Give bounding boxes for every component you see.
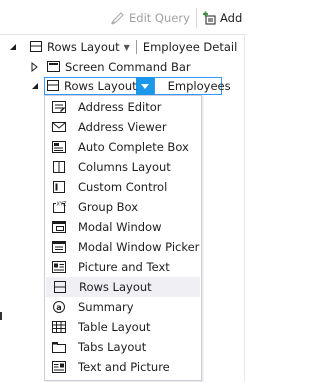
- tabs-layout-icon: [52, 342, 66, 353]
- rows-layout-icon: [30, 41, 42, 52]
- toolbar-divider: [0, 34, 247, 35]
- tree-root-row[interactable]: Rows Layout ▼ Employee Detail: [0, 37, 237, 57]
- tree-screen-command-bar-row[interactable]: Screen Command Bar: [0, 57, 191, 77]
- menu-item-address-viewer[interactable]: Address Viewer: [46, 117, 200, 137]
- collapse-icon[interactable]: [31, 81, 39, 91]
- tree-guide-mark: [0, 312, 2, 320]
- menu-item-table-layout[interactable]: Table Layout: [46, 317, 200, 337]
- tree-selected-row[interactable]: Rows Layout Employees: [0, 76, 231, 96]
- menu-item-label: Tabs Layout: [78, 340, 147, 354]
- menu-item-label: Modal Window: [78, 220, 162, 234]
- expand-icon[interactable]: [31, 62, 39, 72]
- custom-control-icon: [53, 181, 65, 193]
- menu-item-label: Rows Layout: [79, 280, 152, 294]
- menu-item-tabs-layout[interactable]: Tabs Layout: [46, 337, 200, 357]
- menu-item-columns-layout[interactable]: Columns Layout: [46, 157, 200, 177]
- menu-item-label: Summary: [78, 300, 134, 314]
- rows-layout-icon: [54, 281, 66, 293]
- menu-item-label: Address Viewer: [78, 120, 167, 134]
- menu-item-picture-and-text[interactable]: Picture and Text: [46, 257, 200, 277]
- tree-root-target[interactable]: Employee Detail: [143, 40, 238, 54]
- menu-item-auto-complete-box[interactable]: Auto Complete Box: [46, 137, 200, 157]
- text-and-picture-icon: [52, 361, 66, 373]
- menu-item-custom-control[interactable]: Custom Control: [46, 177, 200, 197]
- columns-layout-icon: [53, 161, 65, 173]
- menu-item-group-box[interactable]: XYZ Group Box: [46, 197, 200, 217]
- screen-command-bar-label: Screen Command Bar: [65, 60, 191, 74]
- collapse-icon[interactable]: [8, 42, 18, 52]
- layout-type-menu: Address Editor Address Viewer Auto Compl…: [44, 95, 202, 381]
- chevron-down-icon[interactable]: ▼: [124, 43, 130, 52]
- address-viewer-icon: [52, 122, 66, 132]
- rows-layout-icon: [47, 80, 59, 91]
- menu-item-label: Modal Window Picker: [78, 240, 200, 254]
- auto-complete-box-icon: [52, 141, 66, 153]
- menu-item-label: Auto Complete Box: [78, 140, 189, 154]
- menu-item-summary[interactable]: a Summary: [46, 297, 200, 317]
- address-editor-icon: [52, 101, 66, 113]
- menu-item-label: Columns Layout: [78, 160, 171, 174]
- selected-layout-label: Rows Layout: [64, 79, 137, 93]
- modal-window-icon: [52, 221, 66, 233]
- screen-command-bar-icon: [47, 61, 60, 72]
- menu-item-label: Custom Control: [78, 180, 168, 194]
- modal-window-picker-icon: [52, 241, 66, 253]
- menu-item-text-and-picture[interactable]: Text and Picture: [46, 357, 200, 377]
- menu-item-label: Table Layout: [78, 320, 151, 334]
- table-layout-icon: [52, 321, 66, 333]
- group-box-icon: XYZ: [53, 202, 67, 213]
- edit-query-label: Edit Query: [129, 11, 190, 25]
- add-button[interactable]: Add: [202, 8, 242, 28]
- pane-border: [244, 34, 245, 382]
- picture-and-text-icon: [52, 261, 66, 273]
- tree-root-divider: [135, 40, 137, 54]
- menu-item-modal-window[interactable]: Modal Window: [46, 217, 200, 237]
- edit-query-icon: [111, 12, 124, 25]
- menu-item-modal-window-picker[interactable]: Modal Window Picker: [46, 237, 200, 257]
- menu-item-label: Address Editor: [78, 100, 162, 114]
- menu-item-label: Group Box: [78, 200, 139, 214]
- summary-icon: a: [53, 301, 65, 313]
- add-icon: [203, 11, 216, 25]
- menu-item-label: Picture and Text: [78, 260, 170, 274]
- tree-root-label: Rows Layout: [47, 40, 120, 54]
- selected-target-label: Employees: [167, 79, 231, 93]
- menu-item-address-editor[interactable]: Address Editor: [46, 97, 200, 117]
- add-label: Add: [220, 11, 243, 25]
- svg-text:XYZ: XYZ: [57, 202, 67, 208]
- menu-item-label: Text and Picture: [78, 360, 170, 374]
- edit-query-button[interactable]: Edit Query: [111, 8, 190, 28]
- toolbar-separator: [196, 8, 197, 28]
- svg-text:a: a: [56, 303, 61, 312]
- menu-item-rows-layout[interactable]: Rows Layout: [46, 277, 200, 297]
